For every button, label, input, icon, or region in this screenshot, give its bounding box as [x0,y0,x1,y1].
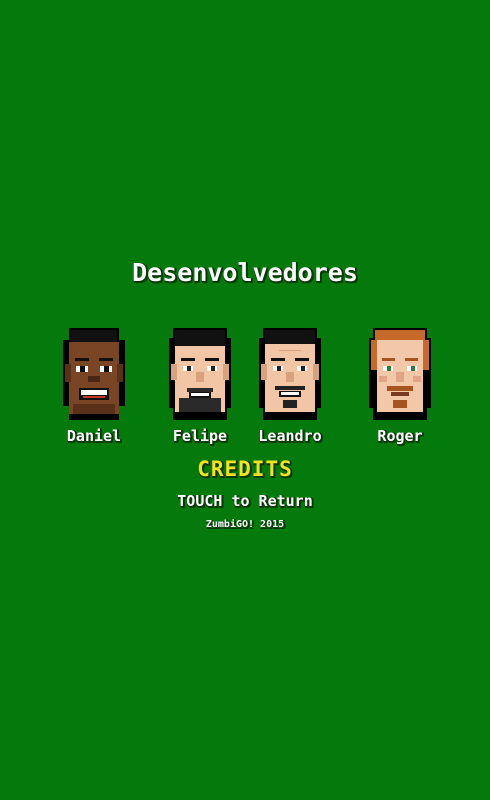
avatar-leandro [259,328,321,420]
developer-name: Leandro [258,427,322,445]
developer-roger: Roger [355,324,445,448]
developer-daniel: Daniel [49,324,139,448]
developer-leandro: Leandro [245,324,335,448]
developer-name: Roger [377,427,423,445]
developer-felipe: Felipe [155,324,245,448]
avatar-daniel [63,328,125,420]
page-title: Desenvolvedores [132,258,358,287]
developer-name: Daniel [66,427,122,445]
avatar-felipe [169,328,231,420]
footer-copyright: ZumbiGO! 2015 [205,519,285,530]
developer-name: Felipe [172,427,228,445]
return-button[interactable]: TOUCH to Return [0,492,490,510]
avatar-roger [369,328,431,420]
credits-screen[interactable]: Desenvolvedores Daniel Felipe Leandro Ro… [0,0,490,800]
credits-heading: CREDITS [197,457,293,481]
